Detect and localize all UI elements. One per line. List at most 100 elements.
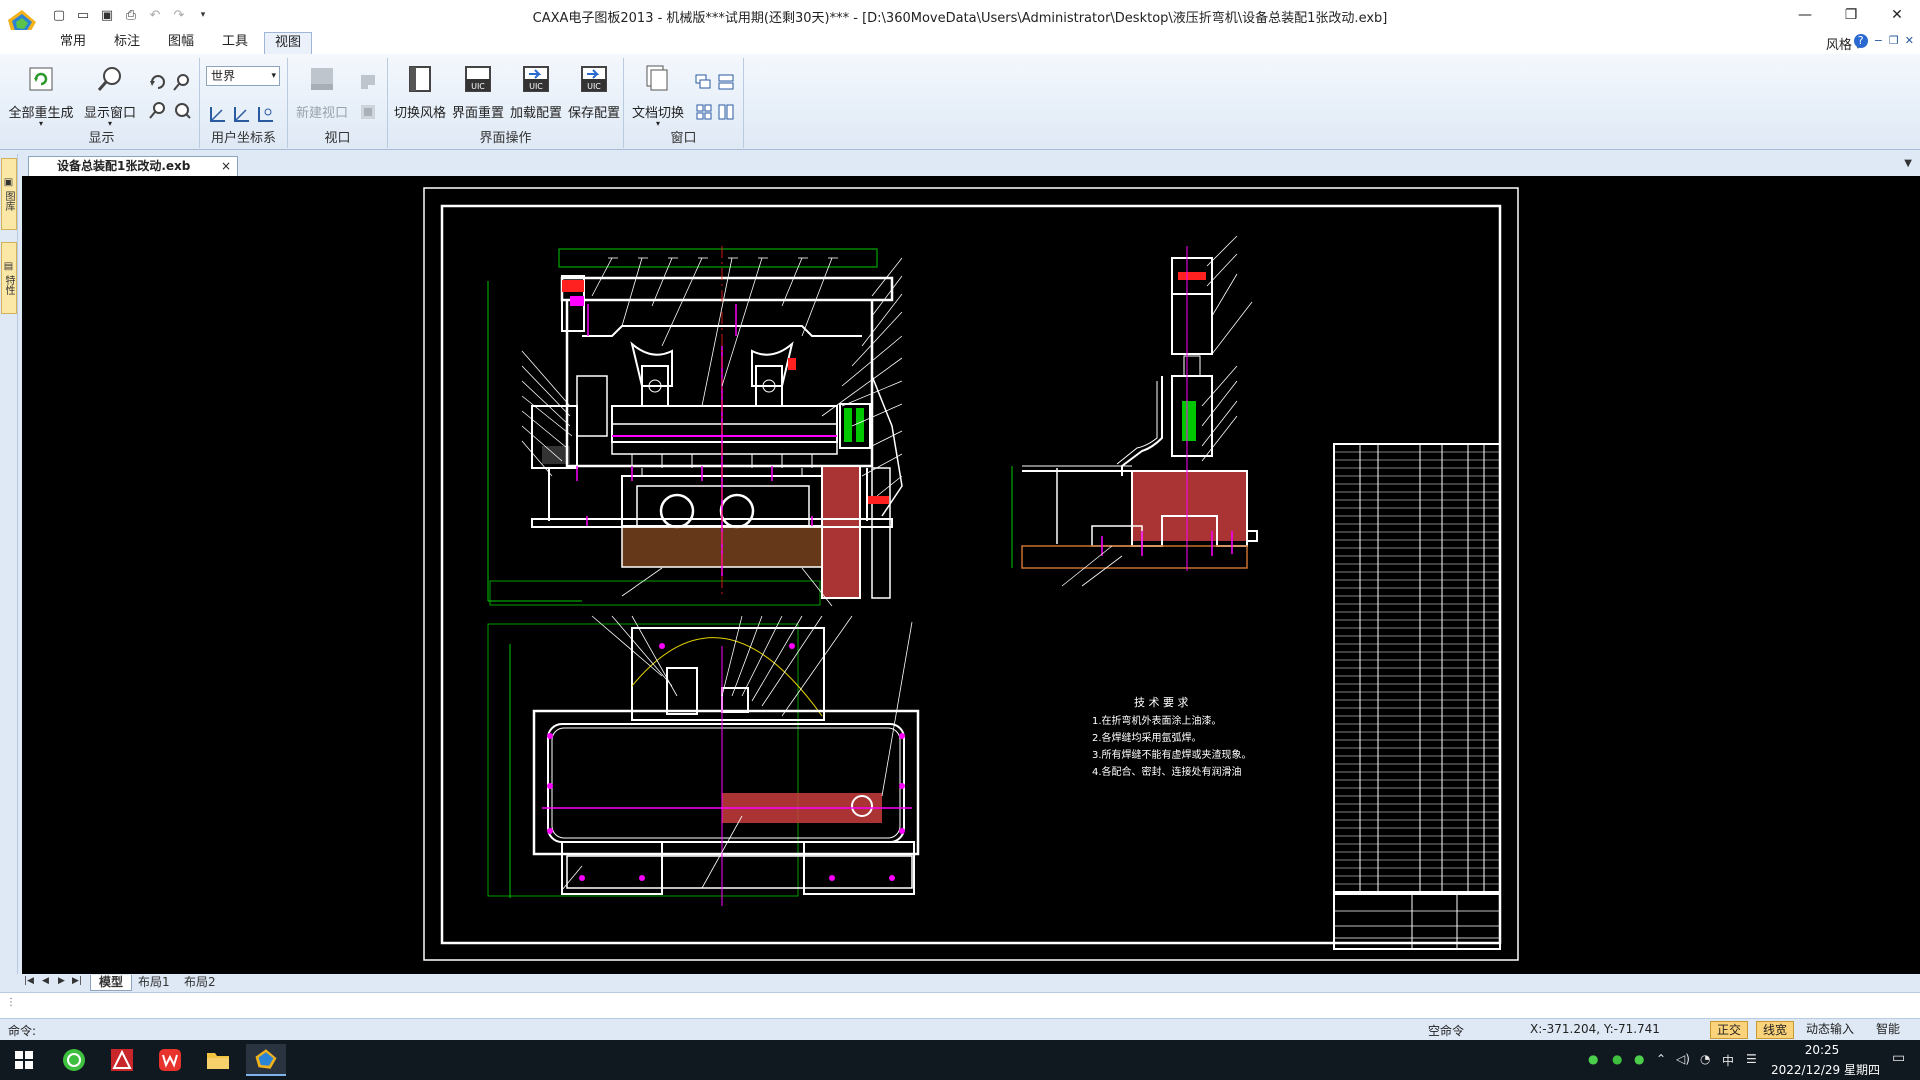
new-viewport-button[interactable]: 新建视口 xyxy=(292,64,352,121)
dynamic-input-toggle[interactable]: 动态输入 xyxy=(1800,1021,1860,1039)
wps-office-icon[interactable] xyxy=(150,1044,190,1076)
security-icon[interactable]: ● xyxy=(1612,1052,1622,1066)
ribbon-tab-bar: 常用 标注 图幅 工具 视图 风格 ▾ ? − ❐ ✕ xyxy=(0,30,1920,54)
windows-start-icon[interactable] xyxy=(4,1044,44,1076)
ucs-select-value: 世界 xyxy=(211,69,236,83)
group-label-viewport: 视口 xyxy=(324,131,351,146)
ucs-new-icon[interactable] xyxy=(208,104,228,124)
display-window-button[interactable]: 显示窗口 ▾ xyxy=(80,64,140,128)
system-tray: ● ● ● ⌃ ◁) ◔ 中 ☰ 20:25 2022/12/29 星期四 ▭ xyxy=(1560,1040,1920,1080)
chevron-down-icon[interactable]: ▼ xyxy=(1904,158,1912,169)
tech-line: 1.在折弯机外表面涂上油漆。 xyxy=(1092,714,1222,727)
svg-text:UIC: UIC xyxy=(529,82,543,91)
reset-interface-button[interactable]: UIC 界面重置 xyxy=(450,64,506,121)
zoom-in-icon[interactable] xyxy=(148,100,168,120)
ribbon-minimize-icon[interactable]: − xyxy=(1874,34,1883,48)
window-title: CAXA电子图板2013 - 机械版***试用期(还剩30天)*** - [D:… xyxy=(532,11,1388,26)
zoom-icon[interactable] xyxy=(172,72,192,92)
dynamic-pan-icon[interactable] xyxy=(148,72,168,92)
switch-document-icon xyxy=(646,65,668,91)
lineweight-toggle[interactable]: 线宽 xyxy=(1756,1021,1795,1039)
ribbon-group-display: 全部重生成 ▾ 显示窗口 ▾ 显示 xyxy=(4,58,200,148)
restore-button[interactable]: ❐ xyxy=(1828,0,1874,30)
drawing-canvas[interactable]: 技 术 要 求 1.在折弯机外表面涂上油漆。 2.各焊缝均采用氩弧焊。 3.所有… xyxy=(22,176,1920,974)
properties-panel-tab[interactable]: ▤ 特性 xyxy=(1,242,17,314)
smart-snap-toggle[interactable]: 智能 xyxy=(1870,1021,1906,1039)
svg-text:UIC: UIC xyxy=(471,82,485,91)
ime-indicator[interactable]: 中 xyxy=(1722,1052,1734,1069)
help-icon[interactable]: ? xyxy=(1853,34,1868,48)
technical-requirements: 技 术 要 求 1.在折弯机外表面涂上油漆。 2.各焊缝均采用氩弧焊。 3.所有… xyxy=(1092,696,1252,778)
tab-common[interactable]: 常用 xyxy=(50,32,96,54)
minimize-button[interactable]: — xyxy=(1782,0,1828,30)
regenerate-icon xyxy=(29,67,53,91)
ucs-manage-icon[interactable] xyxy=(232,104,252,124)
viewport-clip-icon[interactable] xyxy=(358,102,378,122)
group-label-window: 窗口 xyxy=(670,131,697,146)
clock-time[interactable]: 20:25 xyxy=(1782,1043,1862,1057)
layout-tab-bar: |◀ ◀ ▶ ▶| 模型 布局1 布局2 xyxy=(0,974,1920,992)
ucs-switch-icon[interactable] xyxy=(256,104,276,124)
cursor-coordinates: X:-371.204, Y:-71.741 xyxy=(1530,1022,1660,1036)
document-tab[interactable]: 设备总装配1张改动.exb × xyxy=(28,156,238,176)
wechat-icon[interactable]: ● xyxy=(1588,1052,1598,1066)
next-layout-icon[interactable]: ▶ xyxy=(58,976,65,986)
ribbon-group-interface: 切换风格 UIC 界面重置 UIC 加载配置 UIC 保存配置 界面操作 xyxy=(388,58,624,148)
file-explorer-icon[interactable] xyxy=(198,1044,238,1076)
tab-annotate[interactable]: 标注 xyxy=(104,32,150,54)
ribbon-group-viewport: 新建视口 视口 xyxy=(288,58,388,148)
regenerate-all-button[interactable]: 全部重生成 ▾ xyxy=(8,64,74,128)
close-button[interactable]: ✕ xyxy=(1874,0,1920,30)
360-tray-icon[interactable]: ● xyxy=(1634,1052,1644,1066)
command-history[interactable]: ⋮ xyxy=(0,992,1920,1018)
first-layout-icon[interactable]: |◀ xyxy=(24,976,34,986)
ortho-toggle[interactable]: 正交 xyxy=(1710,1021,1749,1039)
prev-layout-icon[interactable]: ◀ xyxy=(42,976,49,986)
notification-icon[interactable]: ▭ xyxy=(1892,1050,1905,1066)
switch-document-button[interactable]: 文档切换 ▾ xyxy=(628,64,688,128)
current-command: 空命令 xyxy=(1428,1024,1465,1038)
arrange-icons-icon[interactable] xyxy=(694,102,714,122)
cascade-windows-icon[interactable] xyxy=(694,72,714,92)
input-method-icon[interactable]: ☰ xyxy=(1746,1052,1757,1066)
ucs-select[interactable]: 世界 ▾ xyxy=(206,66,280,86)
switch-style-button[interactable]: 切换风格 xyxy=(392,64,448,121)
layout-tab-1[interactable]: 布局1 xyxy=(130,975,178,991)
caxa-taskbar-icon[interactable] xyxy=(246,1044,286,1076)
reset-interface-icon: UIC xyxy=(465,66,491,92)
zoom-window-icon xyxy=(97,67,121,91)
style-menu-label: 风格 xyxy=(1825,38,1852,53)
zoom-rotate-icon[interactable] xyxy=(172,100,192,120)
layout-tab-model[interactable]: 模型 xyxy=(90,975,133,991)
tab-view[interactable]: 视图 xyxy=(264,32,313,54)
ribbon-restore-icon[interactable]: ❐ xyxy=(1889,34,1899,48)
drag-handle-icon[interactable]: ⋮ xyxy=(6,997,16,1008)
tab-sheet[interactable]: 图幅 xyxy=(158,32,204,54)
library-panel-tab[interactable]: ▣ 图库 xyxy=(1,158,17,230)
tech-line: 3.所有焊缝不能有虚焊或夹渣现象。 xyxy=(1092,748,1252,761)
tab-tools[interactable]: 工具 xyxy=(212,32,258,54)
viewport-layout-icon[interactable] xyxy=(358,72,378,92)
top-view xyxy=(487,615,920,906)
tile-horizontal-icon[interactable] xyxy=(716,72,736,92)
side-view xyxy=(1011,235,1258,587)
tile-vertical-icon[interactable] xyxy=(716,102,736,122)
load-config-button[interactable]: UIC 加载配置 xyxy=(508,64,564,121)
autocad-icon[interactable] xyxy=(102,1044,142,1076)
ribbon-panel: 全部重生成 ▾ 显示窗口 ▾ 显示 用户坐标系 世界 ▾ 新建视口 视口 切换风… xyxy=(0,54,1920,150)
save-config-button[interactable]: UIC 保存配置 xyxy=(566,64,622,121)
tech-title: 技 术 要 求 xyxy=(1134,696,1189,709)
document-tab-bar: 设备总装配1张改动.exb × ▼ xyxy=(18,154,1920,176)
tray-expand-icon[interactable]: ⌃ xyxy=(1656,1052,1666,1066)
browser-360-icon[interactable] xyxy=(54,1044,94,1076)
last-layout-icon[interactable]: ▶| xyxy=(72,976,82,986)
volume-icon[interactable]: ◁) xyxy=(1676,1052,1690,1066)
help-tools: ? − ❐ ✕ xyxy=(1853,34,1914,48)
clock-date[interactable]: 2022/12/29 星期四 xyxy=(1771,1061,1880,1078)
command-prompt[interactable]: 命令: xyxy=(8,1022,36,1039)
layout-tab-2[interactable]: 布局2 xyxy=(176,975,224,991)
ribbon-close-icon[interactable]: ✕ xyxy=(1905,34,1914,48)
group-label-ucs: 用户坐标系 xyxy=(210,131,276,146)
network-icon[interactable]: ◔ xyxy=(1700,1052,1710,1066)
close-icon[interactable]: × xyxy=(221,157,231,175)
